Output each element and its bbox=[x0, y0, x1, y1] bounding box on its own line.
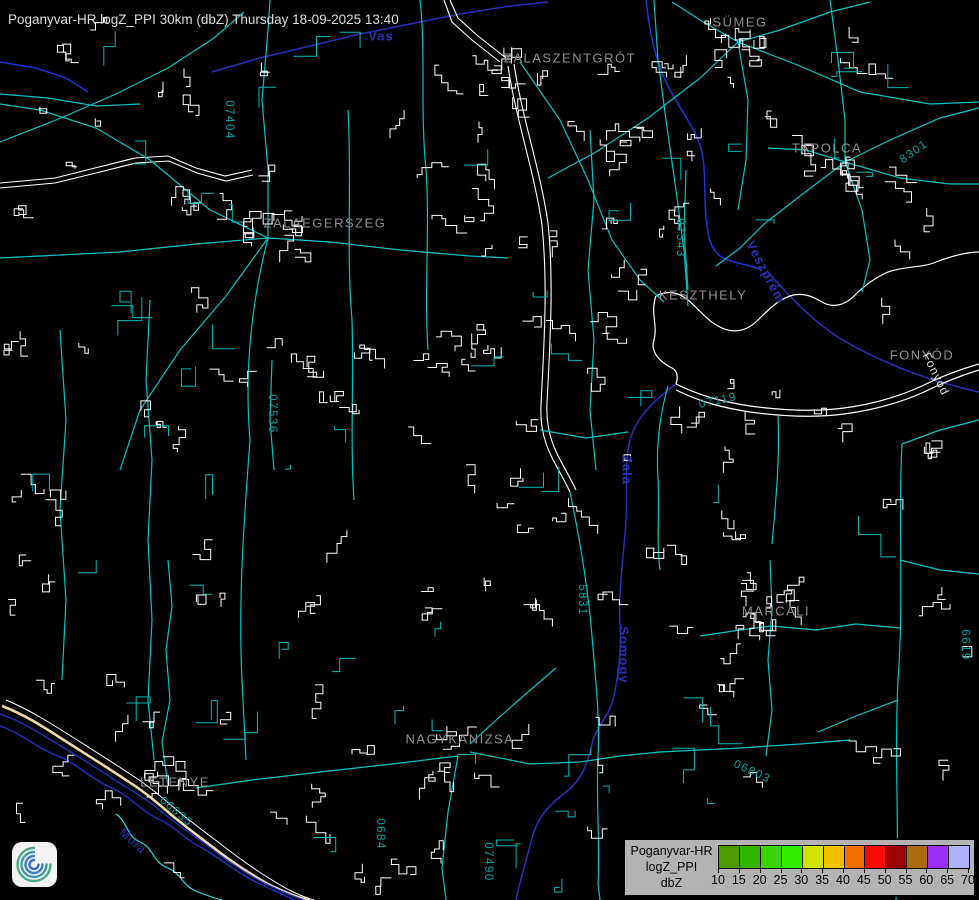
tick-label-20: 20 bbox=[753, 873, 767, 887]
tick-label-40: 40 bbox=[836, 873, 850, 887]
road-number-07343: 07343 bbox=[674, 218, 686, 257]
dbz-swatch-60-65 bbox=[928, 846, 949, 868]
road-number-0684: 0684 bbox=[374, 818, 386, 850]
road-network bbox=[0, 0, 979, 900]
dbz-swatch-10-15 bbox=[719, 846, 740, 868]
legend-radar-name: Poganyvar-HR bbox=[625, 843, 718, 859]
lake-balaton-shore bbox=[653, 252, 979, 416]
county-label-somogy: Somogy bbox=[617, 626, 632, 683]
city-label-zalaszentgrot: ZALASZENTGRÓT bbox=[504, 51, 636, 66]
tick-label-30: 30 bbox=[794, 873, 808, 887]
spiral-icon bbox=[12, 842, 57, 887]
city-label-tapolca: TAPOLCA bbox=[792, 141, 862, 156]
dbz-swatch-65-70 bbox=[949, 846, 969, 868]
dbz-swatch-50-55 bbox=[886, 846, 907, 868]
road-number-07536: 07536 bbox=[266, 394, 278, 433]
dbz-legend: Poganyvar-HR logZ_PPI dbZ bbox=[623, 838, 976, 897]
city-label-sumeg: SÜMEG bbox=[712, 15, 767, 30]
dbz-swatch-40-45 bbox=[845, 846, 866, 868]
tick-label-65: 65 bbox=[940, 873, 954, 887]
road-number-6619: 6619 bbox=[959, 629, 971, 661]
radar-spiral-logo[interactable] bbox=[12, 842, 57, 887]
city-label-keszthely: KESZTHELY bbox=[659, 288, 747, 303]
map-canvas[interactable] bbox=[0, 0, 979, 900]
minor-road-stubs bbox=[33, 31, 909, 892]
dbz-swatch-30-35 bbox=[803, 846, 824, 868]
legend-title-block: Poganyvar-HR logZ_PPI dbZ bbox=[625, 843, 718, 891]
legend-unit: dbZ bbox=[625, 875, 718, 891]
radar-map-screen: Poganyvar-HR logZ_PPI 30km (dbZ) Thursda… bbox=[0, 0, 979, 900]
tick-label-25: 25 bbox=[774, 873, 788, 887]
tick-label-45: 45 bbox=[857, 873, 871, 887]
city-label-nagykanizsa: NAGYKANIZSA bbox=[406, 732, 515, 747]
road-number-07490: 07490 bbox=[482, 842, 494, 881]
city-label-zalaegerszeg: ZALAEGERSZEG bbox=[264, 216, 387, 231]
tick-label-15: 15 bbox=[732, 873, 746, 887]
city-label-letenye: LETENYE bbox=[140, 775, 210, 790]
tick-label-50: 50 bbox=[878, 873, 892, 887]
tick-label-60: 60 bbox=[919, 873, 933, 887]
tick-label-55: 55 bbox=[899, 873, 913, 887]
dbz-color-scale bbox=[718, 845, 970, 869]
legend-product-name: logZ_PPI bbox=[625, 859, 718, 875]
dbz-swatch-20-25 bbox=[761, 846, 782, 868]
dbz-swatch-55-60 bbox=[907, 846, 928, 868]
county-borders bbox=[212, 2, 979, 900]
road-number-07404: 07404 bbox=[223, 100, 235, 139]
border-stream-cyan bbox=[116, 814, 222, 900]
county-label-vas: Vas bbox=[368, 29, 393, 44]
road-number-5831: 5831 bbox=[576, 584, 588, 616]
tick-label-70: 70 bbox=[961, 873, 975, 887]
tick-label-35: 35 bbox=[815, 873, 829, 887]
county-label-zala: Zala bbox=[620, 455, 635, 485]
city-label-marcali: MARCALI bbox=[742, 604, 810, 619]
dbz-swatch-25-30 bbox=[782, 846, 803, 868]
radar-title: Poganyvar-HR logZ_PPI 30km (dbZ) Thursda… bbox=[8, 12, 399, 27]
dbz-swatch-15-20 bbox=[740, 846, 761, 868]
tick-label-10: 10 bbox=[711, 873, 725, 887]
dbz-swatch-45-50 bbox=[865, 846, 886, 868]
dbz-swatch-35-40 bbox=[824, 846, 845, 868]
